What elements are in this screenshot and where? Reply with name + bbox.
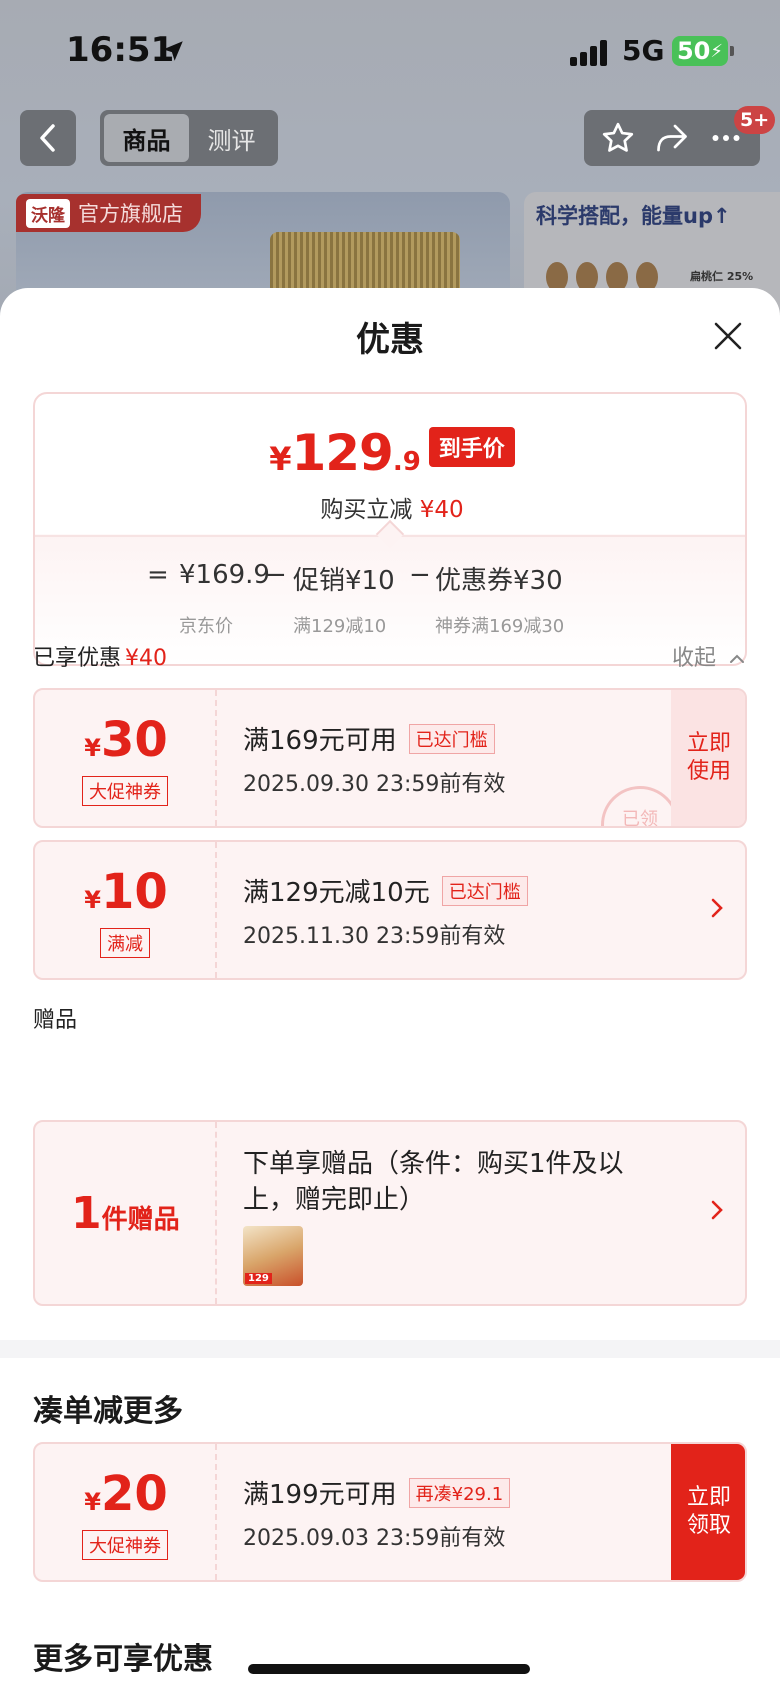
coupon-type: 大促神券 bbox=[82, 776, 168, 806]
coupon-condition: 满169元可用 已达门槛 bbox=[243, 720, 495, 757]
enjoyed-label: 已享优惠 bbox=[33, 646, 122, 671]
threshold-badge: 已达门槛 bbox=[408, 724, 495, 754]
final-price-tag: 到手价 bbox=[428, 427, 515, 467]
coupon-value-panel: ¥20 大促神券 bbox=[35, 1444, 217, 1580]
battery-level: 50 bbox=[676, 37, 711, 65]
coupon-currency: ¥ bbox=[84, 886, 101, 914]
gift-section-title: 赠品 bbox=[33, 1008, 78, 1033]
shortfall-badge: 再凑¥29.1 bbox=[408, 1478, 511, 1508]
enjoyed-value: ¥40 bbox=[125, 646, 168, 671]
price-decimal: .9 bbox=[392, 447, 421, 477]
enjoyed-header: 已享优惠 ¥40 bbox=[33, 640, 167, 672]
coupon-condition-text: 满169元可用 bbox=[243, 726, 397, 756]
back-button[interactable] bbox=[20, 110, 76, 166]
coupon-amount-value: 20 bbox=[100, 1466, 168, 1522]
promo-discount-label: 满129减10 bbox=[293, 616, 387, 637]
hero-right-title: 科学搭配，能量up↑ bbox=[536, 204, 731, 228]
gift-count-unit: 件赠品 bbox=[101, 1205, 180, 1235]
gift-count: 1件赠品 bbox=[71, 1188, 180, 1239]
coupon-value-panel: ¥10 满减 bbox=[35, 842, 217, 978]
chevron-up-icon bbox=[730, 654, 745, 663]
coupon-expiry: 2025.09.30 23:59前有效 bbox=[243, 772, 506, 797]
coupon-type: 大促神券 bbox=[82, 1530, 168, 1560]
instant-discount: 购买立减 ¥40 bbox=[35, 490, 749, 524]
coupon-condition: 满199元可用 再凑¥29.1 bbox=[243, 1474, 511, 1511]
collapse-label: 收起 bbox=[672, 646, 717, 671]
coupon-discount-label: 神券满169减30 bbox=[435, 616, 565, 637]
more-deals-title: 凑单减更多 bbox=[33, 1394, 183, 1429]
coupon-card[interactable]: ¥30 大促神券 满169元可用 已达门槛 2025.09.30 23:59前有效… bbox=[33, 688, 747, 828]
jd-price: ¥169.9 bbox=[179, 560, 270, 590]
coupon-amount-value: 10 bbox=[100, 864, 168, 920]
store-label: 官方旗舰店 bbox=[78, 202, 183, 226]
background-page: 16:51 5G 50 ⚡ 商品 测评 5+ 沃隆 官方旗舰店 科学搭配，能量up… bbox=[0, 0, 780, 332]
battery-tip bbox=[730, 46, 734, 56]
formula-minus: − bbox=[265, 560, 287, 590]
instant-label: 购买立减 bbox=[320, 497, 413, 523]
coupon-amount: ¥20 bbox=[35, 1466, 217, 1522]
claimed-stamp: 已领 bbox=[601, 786, 679, 826]
product-tabs: 商品 测评 bbox=[100, 110, 278, 166]
instant-value: ¥40 bbox=[419, 497, 464, 523]
coupon-type: 满减 bbox=[100, 928, 150, 958]
coupon-discount: 优惠券¥30 bbox=[435, 566, 563, 596]
battery-icon: 50 ⚡ bbox=[672, 36, 728, 66]
coupon-amount: ¥10 bbox=[35, 864, 217, 920]
status-time: 16:51 bbox=[66, 30, 175, 70]
coupon-expiry: 2025.11.30 23:59前有效 bbox=[243, 924, 506, 949]
more-offers-title: 更多可享优惠 bbox=[33, 1642, 213, 1677]
formula-equals: = bbox=[147, 560, 169, 590]
jd-price-label: 京东价 bbox=[179, 616, 233, 637]
collapse-button[interactable]: 收起 bbox=[672, 640, 745, 672]
coupon-amount-value: 30 bbox=[100, 712, 168, 768]
gift-card[interactable]: 1件赠品 下单享赠品（条件：购买1件及以上，赠完即止） 129 bbox=[33, 1120, 747, 1306]
promo-discount: 促销¥10 bbox=[293, 566, 395, 596]
formula-minus: − bbox=[409, 560, 431, 590]
sheet-title: 优惠 bbox=[356, 320, 424, 360]
gift-thumbnail[interactable]: 129 bbox=[243, 1226, 303, 1286]
close-icon[interactable] bbox=[710, 318, 746, 354]
chevron-right-icon[interactable] bbox=[707, 1192, 727, 1228]
coupon-condition-text: 满199元可用 bbox=[243, 1480, 397, 1510]
message-badge: 5+ bbox=[734, 106, 776, 134]
tab-review[interactable]: 测评 bbox=[189, 114, 274, 162]
home-indicator[interactable] bbox=[248, 1664, 530, 1674]
price-integer: 129 bbox=[291, 424, 393, 482]
brand-logo: 沃隆 bbox=[26, 198, 70, 228]
coupon-card[interactable]: ¥20 大促神券 满199元可用 再凑¥29.1 2025.09.03 23:59… bbox=[33, 1442, 747, 1582]
coupon-currency: ¥ bbox=[84, 1488, 101, 1516]
final-price: ¥129.9 到手价 bbox=[35, 424, 749, 482]
coupon-amount: ¥30 bbox=[35, 712, 217, 768]
price-summary: ¥129.9 到手价 购买立减 ¥40 = ¥169.9 京东价 − 促销¥10 … bbox=[33, 392, 747, 666]
gift-thumbnail-label: 129 bbox=[245, 1273, 272, 1284]
location-arrow-icon bbox=[163, 41, 183, 61]
coupon-currency: ¥ bbox=[84, 734, 101, 762]
star-icon[interactable] bbox=[600, 120, 636, 156]
signal-icon bbox=[570, 38, 610, 66]
tab-product[interactable]: 商品 bbox=[104, 114, 189, 162]
gift-description: 下单享赠品（条件：购买1件及以上，赠完即止） bbox=[243, 1149, 624, 1215]
use-now-button[interactable]: 立即 使用 bbox=[671, 690, 745, 826]
price-currency: ¥ bbox=[269, 440, 292, 478]
chevron-right-icon[interactable] bbox=[707, 890, 727, 926]
share-icon[interactable] bbox=[654, 120, 690, 156]
store-tag: 沃隆 官方旗舰店 bbox=[16, 194, 201, 232]
section-divider bbox=[0, 1340, 780, 1358]
gift-count-number: 1 bbox=[71, 1188, 102, 1239]
gift-count-panel: 1件赠品 bbox=[35, 1122, 217, 1304]
discount-sheet: 优惠 ¥129.9 到手价 购买立减 ¥40 = ¥169.9 京东价 − 促销¥… bbox=[0, 288, 780, 1688]
coupon-card[interactable]: ¥10 满减 满129元减10元 已达门槛 2025.11.30 23:59前有效 bbox=[33, 840, 747, 980]
threshold-badge: 已达门槛 bbox=[441, 876, 528, 906]
coupon-value-panel: ¥30 大促神券 bbox=[35, 690, 217, 826]
coupon-condition-text: 满129元减10元 bbox=[243, 878, 430, 908]
status-bar: 16:51 5G 50 ⚡ bbox=[0, 0, 780, 100]
summary-notch bbox=[375, 519, 405, 549]
claim-now-button[interactable]: 立即 领取 bbox=[671, 1444, 745, 1580]
coupon-condition: 满129元减10元 已达门槛 bbox=[243, 872, 528, 909]
hero-right-sub: 扁桃仁 25% bbox=[690, 270, 754, 283]
back-arrow-icon bbox=[40, 124, 55, 152]
coupon-expiry: 2025.09.03 23:59前有效 bbox=[243, 1526, 506, 1551]
network-label: 5G bbox=[622, 34, 665, 67]
